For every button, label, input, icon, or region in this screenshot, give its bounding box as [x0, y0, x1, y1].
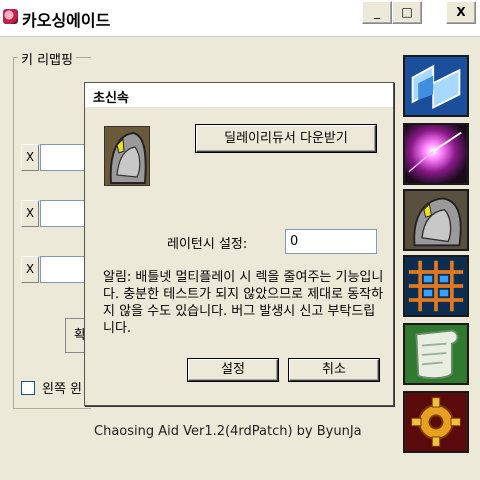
close-button[interactable]: X [446, 1, 476, 24]
latency-dialog: 초신속 딜레이리듀서 다운받기 레이턴시 설정: 0 알림: 배틀넷 멀티플레이… [84, 82, 394, 406]
window-title: 카오싱에이드 [22, 11, 111, 30]
left-window-checkbox[interactable] [21, 381, 35, 395]
minimize-button[interactable]: _ [362, 1, 392, 24]
download-delay-reducer-button[interactable]: 딜레이리듀서 다운받기 [196, 125, 376, 152]
latency-input[interactable]: 0 [285, 229, 377, 254]
key-remap-group [13, 57, 91, 409]
dialog-title-bar: 초신속 [85, 83, 393, 107]
latency-label: 레이턴시 설정: [167, 237, 248, 252]
scroll-icon[interactable] [403, 323, 469, 385]
notice-text: 알림: 배틀넷 멀티플레이 시 렉을 줄여주는 기능입니다. 충분한 테스트가 … [103, 270, 384, 336]
purple-burst-icon[interactable] [403, 123, 469, 185]
armored-knight-icon [104, 126, 150, 186]
set-button[interactable]: 설정 [188, 359, 278, 381]
credits-text: Chaosing Aid Ver1.2(4rdPatch) by ByunJa [94, 424, 362, 439]
dialog-title: 초신속 [93, 91, 129, 106]
title-bar: 카오싱에이드 _ □ X [0, 0, 480, 37]
cancel-button[interactable]: 취소 [289, 359, 379, 381]
clear-key-button-1[interactable]: X [21, 144, 39, 171]
clear-key-button-2[interactable]: X [21, 200, 39, 227]
left-window-checkbox-label: 왼쪽 윈 [42, 382, 83, 397]
app-icon [3, 9, 18, 24]
blue-arrows-icon[interactable] [403, 55, 469, 117]
orange-net-icon[interactable] [403, 255, 469, 317]
gear-icon[interactable] [403, 391, 469, 453]
maximize-button[interactable]: □ [392, 1, 422, 24]
key-remap-group-label: 키 리맵핑 [18, 49, 76, 68]
clear-key-button-3[interactable]: X [21, 256, 39, 283]
armored-knight-icon[interactable] [403, 189, 469, 251]
